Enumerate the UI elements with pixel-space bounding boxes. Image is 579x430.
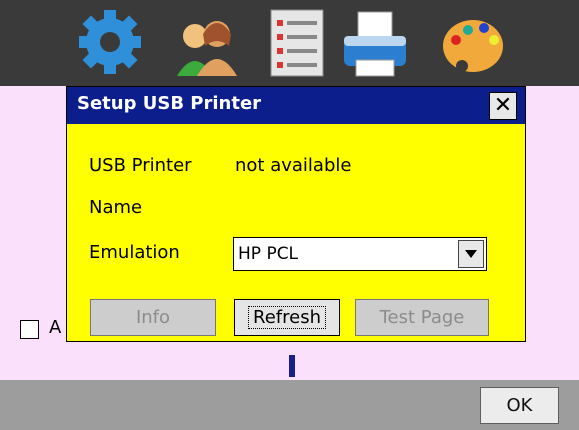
emulation-selected-value: HP PCL: [238, 244, 299, 264]
slider-thumb[interactable]: [289, 355, 295, 377]
dialog-title: Setup USB Printer: [77, 93, 262, 114]
close-button[interactable]: ✕: [489, 92, 517, 120]
gear-icon[interactable]: [77, 6, 143, 80]
setup-usb-printer-dialog: Setup USB Printer ✕ USB Printer not avai…: [66, 86, 526, 342]
users-icon[interactable]: [173, 6, 239, 80]
background-checkbox-label: A: [49, 317, 62, 338]
emulation-label: Emulation: [89, 242, 180, 263]
chevron-down-icon: [465, 250, 477, 258]
palette-icon[interactable]: [440, 6, 506, 80]
list-icon[interactable]: [265, 6, 331, 80]
printer-icon[interactable]: [342, 6, 408, 80]
usb-printer-status: not available: [235, 155, 352, 176]
info-button[interactable]: Info: [90, 299, 216, 336]
usb-printer-label: USB Printer: [89, 155, 192, 176]
test-page-button[interactable]: Test Page: [355, 299, 489, 336]
refresh-button[interactable]: Refresh: [234, 299, 340, 336]
refresh-button-label: Refresh: [248, 306, 326, 329]
close-icon: ✕: [493, 93, 513, 118]
emulation-select[interactable]: HP PCL: [233, 237, 487, 271]
top-toolbar: [0, 0, 579, 86]
dialog-titlebar[interactable]: Setup USB Printer ✕: [67, 87, 525, 124]
name-label: Name: [89, 197, 143, 218]
ok-button[interactable]: OK: [480, 387, 559, 424]
background-checkbox[interactable]: [20, 320, 39, 339]
emulation-dropdown-button[interactable]: [458, 240, 484, 268]
